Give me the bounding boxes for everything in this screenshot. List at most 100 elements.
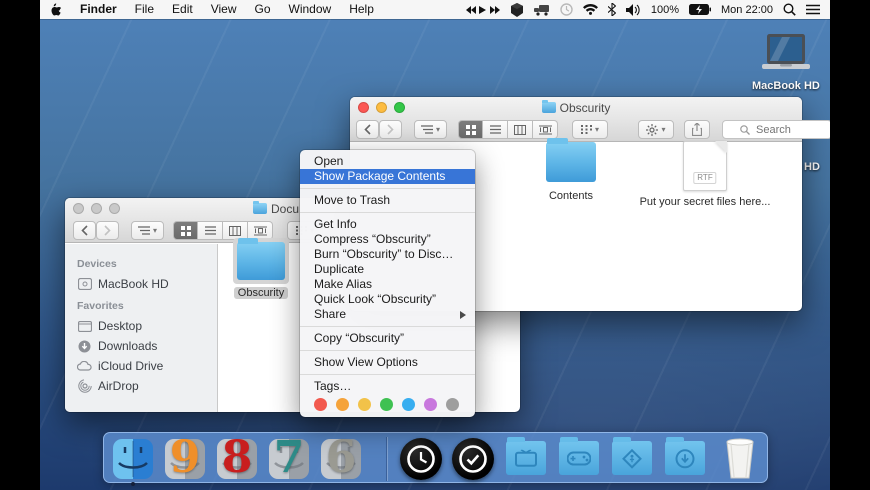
tv-glyph [515,450,537,468]
context-menu-item-make-alias[interactable]: Make Alias [300,277,475,292]
sidebar-item-airdrop[interactable]: AirDrop [77,376,217,396]
screen: Finder File Edit View Go Window Help [0,0,870,490]
obscurity-titlebar[interactable]: Obscurity [350,97,802,118]
context-menu-item-open[interactable]: Open [300,154,475,169]
item-arrange-menu-button[interactable]: ▾ [414,120,447,139]
list-view-button[interactable] [198,221,223,240]
back-button[interactable] [356,120,379,139]
column-view-button[interactable] [508,120,533,139]
zoom-button[interactable] [109,203,120,214]
desktop-icon [77,321,92,332]
dock-finder-9-icon[interactable]: 9 [163,437,207,481]
dock-trash-icon[interactable] [718,437,762,481]
tag-green[interactable] [380,398,393,411]
menu-go[interactable]: Go [246,0,280,19]
truck-icon[interactable] [534,4,550,16]
forward-button[interactable] [96,221,119,240]
search-field[interactable] [722,120,830,139]
sidebar-item-downloads[interactable]: Downloads [77,336,217,356]
menu-help[interactable]: Help [340,0,383,19]
sidebar-item-desktop[interactable]: Desktop [77,316,217,336]
obscurity-toolbar: ▾ ▾ [350,118,802,142]
partial-desktop-icon-label[interactable]: HD [804,161,820,173]
documents-sidebar: Devices MacBook HD Favorites Desktop [65,244,218,412]
group-by-menu-button[interactable]: ▾ [572,120,608,139]
context-menu-item-show-view-options[interactable]: Show View Options [300,355,475,370]
cube-icon[interactable] [510,3,524,17]
dock-finder-6-icon[interactable]: 6 [319,437,363,481]
dock-finder-8-icon[interactable]: 8 [215,437,259,481]
cloud-icon [77,361,92,371]
context-menu-item-compress[interactable]: Compress “Obscurity” [300,232,475,247]
file-item-label: Obscurity [234,287,288,299]
dock-movies-folder-icon[interactable] [504,437,548,481]
page-fold [715,141,727,153]
list-view-button[interactable] [483,120,508,139]
tag-blue[interactable] [402,398,415,411]
tag-yellow[interactable] [358,398,371,411]
disk-icon [77,278,92,290]
tag-gray[interactable] [446,398,459,411]
item-arrange-menu-button[interactable]: ▾ [131,221,164,240]
menu-edit[interactable]: Edit [163,0,202,19]
context-menu-item-tags[interactable]: Tags… [300,379,475,394]
search-input[interactable] [754,123,814,137]
coverflow-view-button[interactable] [533,120,558,139]
spotlight-search-icon[interactable] [783,3,796,16]
dock-finder-icon[interactable] [111,437,155,481]
menu-view[interactable]: View [202,0,246,19]
file-item-label: Contents [549,190,593,202]
dock-applications-folder-icon[interactable] [610,437,654,481]
back-button[interactable] [73,221,96,240]
dock-games-folder-icon[interactable] [557,437,601,481]
context-menu-item-copy[interactable]: Copy “Obscurity” [300,331,475,346]
icon-view-button[interactable] [458,120,483,139]
dock: 9 8 [103,432,768,483]
menu-window[interactable]: Window [280,0,341,19]
apple-menu[interactable] [40,3,71,17]
context-menu-item-move-to-trash[interactable]: Move to Trash [300,193,475,208]
running-indicator [131,482,135,486]
dock-checkmark-app-icon[interactable] [451,437,495,481]
context-menu-item-quick-look[interactable]: Quick Look “Obscurity” [300,292,475,307]
action-menu-button[interactable]: ▾ [638,120,674,139]
folder-icon [546,142,596,182]
desktop[interactable]: Finder File Edit View Go Window Help [40,0,830,490]
wifi-icon[interactable] [583,4,598,15]
dock-downloads-folder-icon[interactable] [663,437,707,481]
dock-clock-app-icon[interactable] [399,437,443,481]
notification-center-icon[interactable] [806,4,820,15]
folder-icon [542,102,556,113]
time-machine-clock-icon[interactable] [560,3,573,16]
sidebar-section-devices: Devices [77,258,217,270]
context-menu-item-share[interactable]: Share [300,307,475,322]
file-item-rtf[interactable]: RTF Put your secret files here... [650,141,760,208]
minimize-button[interactable] [91,203,102,214]
file-item-obscurity[interactable]: Obscurity [233,238,289,299]
sidebar-item-icloud-drive[interactable]: iCloud Drive [77,356,217,376]
context-menu-item-show-package-contents[interactable]: Show Package Contents [300,169,475,184]
rtf-document-icon: RTF [683,141,727,191]
desktop-icon-macbook-hd[interactable]: MacBook HD [752,33,820,92]
icon-view-button[interactable] [173,221,198,240]
close-button[interactable] [73,203,84,214]
tag-red[interactable] [314,398,327,411]
bluetooth-icon[interactable] [608,3,616,16]
context-menu-item-burn[interactable]: Burn “Obscurity” to Disc… [300,247,475,262]
menu-file[interactable]: File [126,0,163,19]
folder-icon [253,203,267,214]
tag-purple[interactable] [424,398,437,411]
forward-button[interactable] [379,120,402,139]
share-button[interactable] [684,120,710,139]
volume-icon[interactable] [626,4,641,16]
tag-orange[interactable] [336,398,349,411]
context-menu-item-duplicate[interactable]: Duplicate [300,262,475,277]
file-item-contents[interactable]: Contents [546,142,596,202]
menu-clock[interactable]: Mon 22:00 [721,4,773,16]
sidebar-item-macbook-hd[interactable]: MacBook HD [77,274,217,294]
obscurity-window-title: Obscurity [350,97,802,118]
dock-finder-7-icon[interactable]: 7 [267,437,311,481]
context-menu-item-get-info[interactable]: Get Info [300,217,475,232]
media-keys-icon[interactable] [466,5,500,15]
menu-finder[interactable]: Finder [71,0,126,19]
